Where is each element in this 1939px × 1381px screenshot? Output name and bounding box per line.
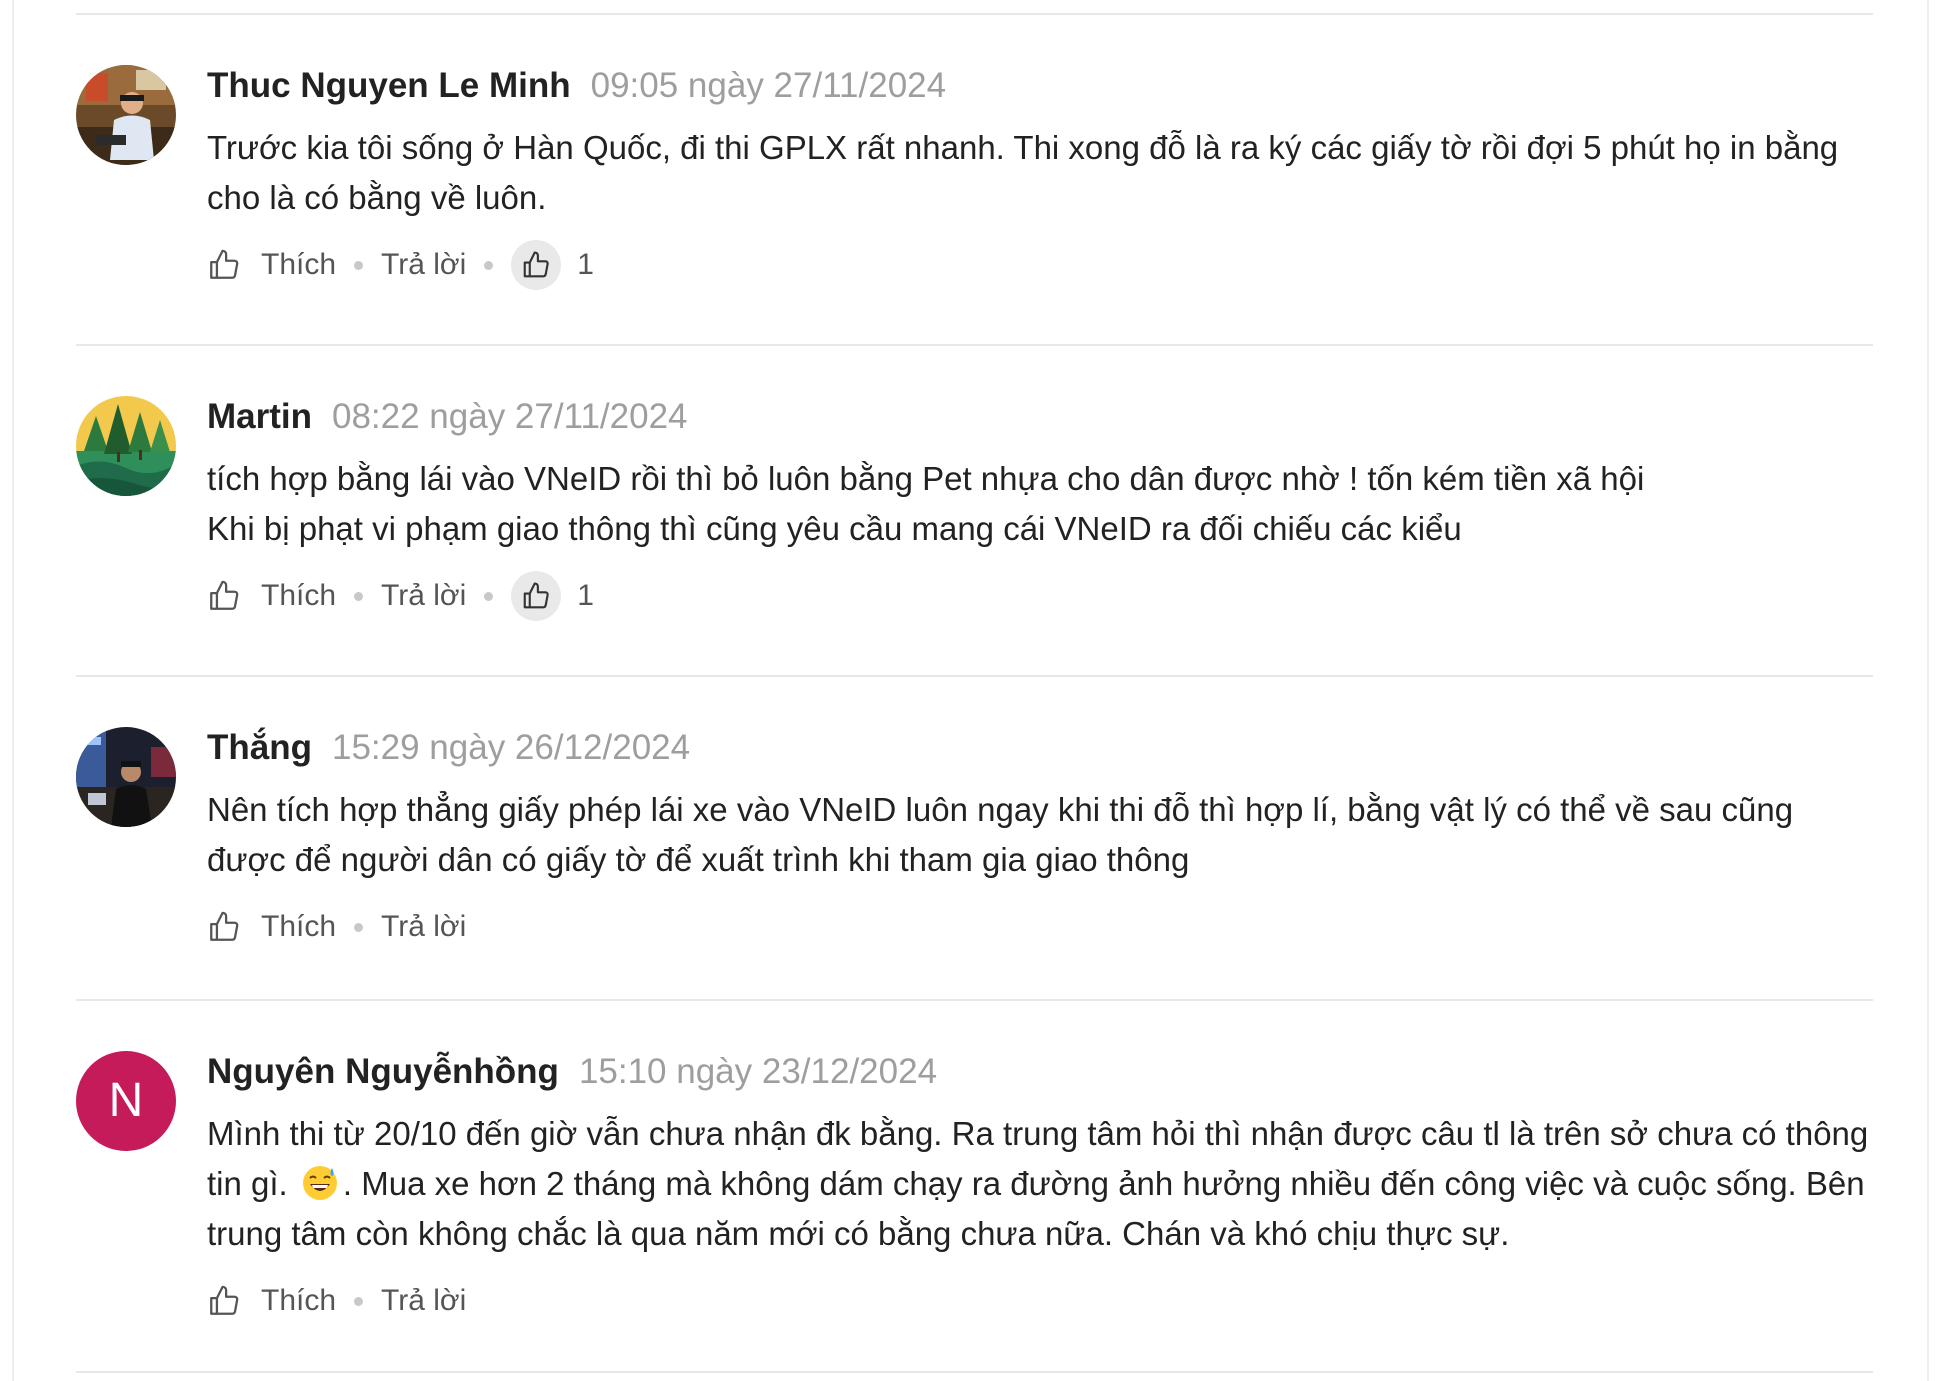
author-name[interactable]: Thắng <box>207 728 312 767</box>
comment-text: Trước kia tôi sống ở Hàn Quốc, đi thi GP… <box>207 129 1839 216</box>
avatar[interactable] <box>76 396 176 496</box>
reply-button[interactable]: Trả lời <box>381 579 466 613</box>
like-button[interactable]: Thích <box>207 1284 336 1318</box>
reaction-summary[interactable]: 1 <box>511 240 594 290</box>
reaction-count: 1 <box>577 248 594 281</box>
author-name[interactable]: Martin <box>207 397 312 436</box>
thumbs-up-icon <box>511 240 562 290</box>
thumbs-up-icon <box>207 910 241 944</box>
reply-button[interactable]: Trả lời <box>381 1284 466 1318</box>
comment-item: Martin 08:22 ngày 27/11/2024 tích hợp bằn… <box>76 346 1873 675</box>
separator-dot <box>354 260 364 270</box>
comment-time: 09:05 ngày 27/11/2024 <box>590 66 947 105</box>
reaction-count: 1 <box>577 579 594 612</box>
separator-dot <box>484 591 494 601</box>
like-label: Thích <box>261 1284 337 1317</box>
avatar[interactable] <box>76 65 176 165</box>
comment-text: tích hợp bằng lái vào VNeID rồi thì bỏ l… <box>207 454 1877 554</box>
comment-time: 08:22 ngày 27/11/2024 <box>332 397 688 436</box>
thumbs-up-icon <box>207 579 241 613</box>
comment-text-part: . Mua xe hơn 2 tháng mà không dám chạy r… <box>207 1165 1865 1252</box>
comment-item: N Nguyên Nguyễnhồng 15:10 ngày 23/12/2024… <box>76 1001 1873 1371</box>
comment-list: Thuc Nguyen Le Minh 09:05 ngày 27/11/2024… <box>76 0 1873 1373</box>
comment-text: Mình thi từ 20/10 đến giờ vẫn chưa nhận … <box>207 1109 1877 1259</box>
like-label: Thích <box>261 579 337 612</box>
comment-text: Nên tích hợp thẳng giấy phép lái xe vào … <box>207 791 1794 878</box>
author-name[interactable]: Thuc Nguyen Le Minh <box>207 66 571 105</box>
separator-dot <box>484 260 494 270</box>
comment-time: 15:29 ngày 26/12/2024 <box>331 728 691 767</box>
separator-dot <box>354 1296 364 1306</box>
grinning-sweat-emoji-icon <box>301 1164 339 1202</box>
comment-actions: Thích Trả lời 1 <box>207 570 1873 622</box>
thumbs-up-icon <box>511 571 562 621</box>
like-label: Thích <box>261 248 337 281</box>
avatar[interactable]: N <box>76 1051 176 1151</box>
avatar[interactable] <box>76 727 176 827</box>
comment-actions: Thích Trả lời 1 <box>207 239 1873 291</box>
separator-dot <box>354 591 364 601</box>
separator-dot <box>354 922 364 932</box>
comment-item: Thắng 15:29 ngày 26/12/2024 Nên tích hợp … <box>76 677 1873 999</box>
comment-text-line: Khi bị phạt vi phạm giao thông thì cũng … <box>207 510 1462 547</box>
thumbs-up-icon <box>207 248 241 282</box>
reply-button[interactable]: Trả lời <box>381 910 466 944</box>
comment-actions: Thích Trả lời <box>207 901 1873 953</box>
like-label: Thích <box>261 910 337 943</box>
reaction-summary[interactable]: 1 <box>511 571 594 621</box>
divider <box>76 1371 1873 1373</box>
like-button[interactable]: Thích <box>207 248 336 282</box>
like-button[interactable]: Thích <box>207 910 336 944</box>
reply-button[interactable]: Trả lời <box>381 248 466 282</box>
comment-text-line: tích hợp bằng lái vào VNeID rồi thì bỏ l… <box>207 460 1645 497</box>
author-name[interactable]: Nguyên Nguyễnhồng <box>207 1052 559 1091</box>
comment-time: 15:10 ngày 23/12/2024 <box>578 1052 938 1091</box>
comment-item: Thuc Nguyen Le Minh 09:05 ngày 27/11/2024… <box>76 15 1873 344</box>
comment-actions: Thích Trả lời <box>207 1275 1873 1327</box>
like-button[interactable]: Thích <box>207 579 336 613</box>
thumbs-up-icon <box>207 1284 241 1318</box>
